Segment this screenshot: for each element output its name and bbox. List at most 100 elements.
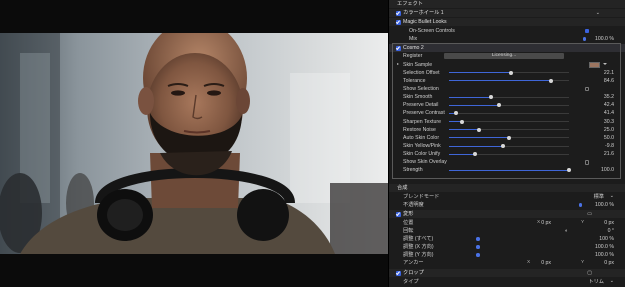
rotation-dial-icon[interactable]: ◐ xyxy=(565,227,568,235)
chevron-down-icon[interactable] xyxy=(603,63,607,65)
transform-square-icon[interactable]: ▭ xyxy=(587,210,592,218)
position-x-value[interactable]: 0 px xyxy=(541,219,551,227)
crop-header[interactable]: クロップ ▢ xyxy=(389,269,625,278)
scale-y-row: 調整 (Y 方向) 100.0 % xyxy=(389,251,625,259)
cosmo-param-row: Tolerance 84.6 xyxy=(389,77,625,85)
slider-knob[interactable] xyxy=(497,103,502,108)
cosmo-effect[interactable]: Cosmo 2 xyxy=(389,44,625,53)
opacity-row: 不透明度 100.0 % xyxy=(389,201,625,209)
slider-knob[interactable] xyxy=(507,135,511,140)
cosmo-param-row: Skin Sample xyxy=(389,61,625,69)
slider-fill xyxy=(449,145,503,147)
cosmo-param-value[interactable]: 100.0 xyxy=(601,166,614,174)
slider-knob[interactable] xyxy=(473,152,478,157)
anchor-x-value[interactable]: 0 px xyxy=(541,259,551,267)
cosmo-param-slider[interactable] xyxy=(449,78,569,83)
cosmo-param-slider[interactable] xyxy=(449,119,569,124)
cosmo-param-slider[interactable] xyxy=(449,70,569,75)
cosmo-param-label: Preserve Detail xyxy=(403,102,439,109)
checkbox-checked-icon[interactable] xyxy=(396,270,401,276)
scale-all-row: 調整 (すべて) 100 % xyxy=(389,235,625,243)
cosmo-param-slider[interactable] xyxy=(449,127,569,132)
slider-knob[interactable] xyxy=(454,111,459,116)
video-frame[interactable] xyxy=(0,33,388,254)
cosmo-param-value[interactable]: 25.0 xyxy=(604,126,614,134)
cosmo-param-value[interactable]: 42.4 xyxy=(604,101,614,109)
scale-x-label: 調整 (X 方向) xyxy=(403,244,434,250)
cosmo-param-value[interactable]: 41.4 xyxy=(604,109,614,117)
cosmo-param-label: Skin Smooth xyxy=(403,94,433,101)
cosmo-param-slider[interactable] xyxy=(449,135,569,140)
scale-all-label: 調整 (すべて) xyxy=(403,236,434,242)
cosmo-param-slider[interactable] xyxy=(449,95,569,100)
crop-square-icon[interactable]: ▢ xyxy=(587,269,592,277)
checkbox-checked-icon[interactable] xyxy=(396,211,401,217)
cosmo-param-label: Tolerance xyxy=(403,77,426,84)
composite-label: 合成 xyxy=(397,185,408,191)
licensing-button[interactable]: Licensing... xyxy=(444,53,564,60)
anchor-y-value[interactable]: 0 px xyxy=(604,259,614,267)
scale-x-value[interactable]: 100.0 % xyxy=(595,243,614,251)
slider-knob[interactable] xyxy=(460,119,465,124)
scale-all-value[interactable]: 100 % xyxy=(599,235,614,243)
slider-knob[interactable] xyxy=(567,168,571,173)
cosmo-param-value[interactable]: -9.8 xyxy=(605,142,614,150)
slider-knob[interactable] xyxy=(509,70,514,75)
cosmo-param-value[interactable]: 35.2 xyxy=(604,93,614,101)
effects-header[interactable]: エフェクト xyxy=(389,0,625,9)
blend-mode-value[interactable]: 標準 xyxy=(594,193,604,201)
cosmo-param-slider[interactable] xyxy=(449,144,569,148)
slider-knob[interactable] xyxy=(489,95,493,100)
color-wheels-effect[interactable]: カラーホイール 1 ⌄ xyxy=(389,9,625,18)
cosmo-param-value[interactable]: 22.1 xyxy=(604,69,614,77)
rotation-value[interactable]: 0 ° xyxy=(608,227,614,235)
slider-knob[interactable] xyxy=(477,127,481,132)
disclosure-triangle-icon[interactable] xyxy=(397,62,399,65)
position-row: 位置 X 0 px Y 0 px xyxy=(389,219,625,227)
chevron-down-icon[interactable]: ⌄ xyxy=(610,277,614,285)
checkbox-checked-icon[interactable] xyxy=(396,45,401,51)
scale-y-value[interactable]: 100.0 % xyxy=(595,251,614,259)
opacity-value[interactable]: 100.0 % xyxy=(595,201,614,209)
chevron-down-icon[interactable]: ⌄ xyxy=(596,9,600,17)
crop-type-value[interactable]: トリム xyxy=(588,278,604,286)
scale-all-knob[interactable] xyxy=(476,237,480,241)
cosmo-param-row: Restore Noise 25.0 xyxy=(389,126,625,134)
chevron-down-icon[interactable]: ⌄ xyxy=(610,192,614,200)
cosmo-param-row: Sharpen Texture 30.3 xyxy=(389,118,625,126)
cosmo-param-checkbox[interactable] xyxy=(584,160,589,165)
slider-fill xyxy=(449,80,551,82)
cosmo-param-value[interactable]: 30.3 xyxy=(604,118,614,126)
slider-knob[interactable] xyxy=(549,78,553,83)
skin-sample-swatch[interactable] xyxy=(589,61,600,68)
mix-slider-knob[interactable] xyxy=(582,37,586,41)
magic-bullet-effect[interactable]: Magic Bullet Looks xyxy=(389,18,625,27)
on-screen-controls-checkbox[interactable] xyxy=(584,28,589,34)
cosmo-param-value[interactable]: 50.0 xyxy=(604,134,614,142)
cosmo-param-slider[interactable] xyxy=(449,111,569,116)
cosmo-param-checkbox[interactable] xyxy=(584,86,589,92)
cosmo-param-slider[interactable] xyxy=(449,168,571,173)
composite-header[interactable]: 合成 xyxy=(389,184,625,193)
checkbox-checked-icon[interactable] xyxy=(396,10,401,16)
cosmo-param-slider[interactable] xyxy=(449,152,569,157)
position-y-label: Y xyxy=(581,220,585,225)
cosmo-param-value[interactable]: 21.6 xyxy=(604,150,614,158)
color-wheels-label: カラーホイール 1 xyxy=(403,10,444,16)
scale-y-knob[interactable] xyxy=(476,253,480,257)
cosmo-label: Cosmo 2 xyxy=(403,45,424,51)
cosmo-param-slider[interactable] xyxy=(449,103,569,108)
transform-header[interactable]: 変形 ▭ xyxy=(389,210,625,219)
anchor-label: アンカー xyxy=(403,260,424,266)
cosmo-param-row: Strength 100.0 xyxy=(389,166,625,174)
scale-x-knob[interactable] xyxy=(476,245,480,249)
blend-mode-label: ブレンドモード xyxy=(403,194,440,200)
mix-label: Mix xyxy=(409,36,418,42)
slider-knob[interactable] xyxy=(501,144,505,148)
checkbox-checked-icon[interactable] xyxy=(396,19,401,25)
opacity-slider-knob[interactable] xyxy=(578,203,582,207)
position-y-value[interactable]: 0 px xyxy=(604,219,614,227)
mix-value[interactable]: 100.0 % xyxy=(595,35,614,43)
cosmo-param-value[interactable]: 84.6 xyxy=(604,77,614,85)
cosmo-param-row: Selection Offset 22.1 xyxy=(389,69,625,77)
